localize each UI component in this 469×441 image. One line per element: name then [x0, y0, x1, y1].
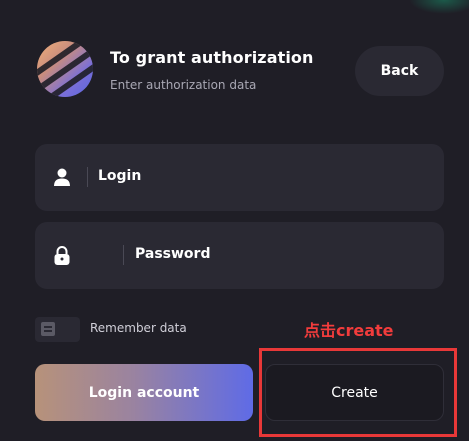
password-field[interactable]: Password [35, 222, 444, 289]
page-subtitle: Enter authorization data [110, 78, 257, 92]
password-input-value[interactable]: Password [135, 246, 210, 262]
remember-label: Remember data [90, 321, 187, 335]
user-icon [51, 166, 73, 188]
toggle-knob-icon [41, 322, 55, 336]
click-create-annotation: 点击create [304, 321, 394, 340]
login-field[interactable]: Login [35, 144, 444, 211]
field-divider [123, 245, 124, 265]
auth-panel: To grant authorization Enter authorizati… [0, 0, 469, 441]
page-title: To grant authorization [110, 48, 314, 67]
corner-glow [409, 0, 469, 14]
field-divider [87, 167, 88, 187]
login-input-value[interactable]: Login [98, 168, 141, 184]
back-button[interactable]: Back [355, 46, 444, 96]
remember-toggle[interactable] [35, 317, 80, 342]
create-highlight-box [259, 348, 457, 437]
login-account-button[interactable]: Login account [35, 364, 253, 421]
logo-icon [37, 41, 93, 97]
lock-icon [51, 244, 73, 266]
